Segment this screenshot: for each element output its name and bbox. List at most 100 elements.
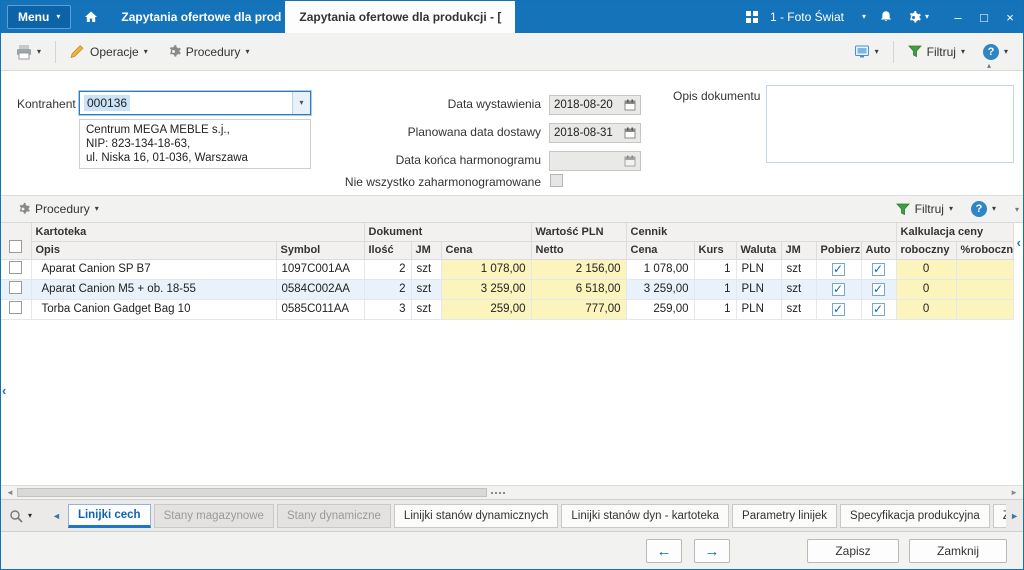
cell-symbol[interactable]: 0585C011AA — [276, 299, 364, 319]
cell-waluta[interactable]: PLN — [736, 259, 781, 279]
group-header-wartosc-pln[interactable]: Wartość PLN — [531, 223, 626, 241]
company-selector[interactable]: 1 - Foto Świat ▾ — [770, 10, 866, 24]
previous-record-button[interactable]: ← — [646, 539, 682, 563]
table-row[interactable]: Aparat Canion M5 + ob. 18-55 0584C002AA … — [1, 279, 1013, 299]
column-header-pobierz[interactable]: Pobierz — [816, 241, 861, 259]
row-checkbox[interactable] — [9, 261, 22, 274]
cell-pobierz[interactable] — [816, 299, 861, 319]
cell-cennik-cena[interactable]: 1 078,00 — [626, 259, 694, 279]
cell-kurs[interactable]: 1 — [694, 299, 736, 319]
cell-procroboczny[interactable] — [956, 279, 1013, 299]
cell-symbol[interactable]: 1097C001AA — [276, 259, 364, 279]
calendar-icon[interactable] — [624, 99, 636, 111]
cell-select[interactable] — [1, 259, 31, 279]
group-header-kalkulacja-ceny[interactable]: Kalkulacja ceny — [896, 223, 1013, 241]
view-settings-button[interactable]: ▾ — [847, 39, 886, 65]
scroll-grip[interactable] — [491, 492, 505, 494]
nie-wszystko-zaharmonogramowane-checkbox[interactable] — [550, 174, 563, 187]
column-header-netto[interactable]: Netto — [531, 241, 626, 259]
group-header-cennik[interactable]: Cennik — [626, 223, 896, 241]
cell-roboczny[interactable]: 0 — [896, 259, 956, 279]
select-all-checkbox[interactable] — [9, 240, 22, 253]
cell-cennik-cena[interactable]: 259,00 — [626, 299, 694, 319]
minimize-button[interactable]: – — [945, 1, 971, 33]
grid-procedury-button[interactable]: Procedury ▾ — [9, 197, 106, 221]
cell-jm2[interactable]: szt — [781, 299, 816, 319]
cell-kurs[interactable]: 1 — [694, 279, 736, 299]
cell-roboczny[interactable]: 0 — [896, 299, 956, 319]
column-header-ilosc[interactable]: Ilość — [364, 241, 411, 259]
cell-select[interactable] — [1, 279, 31, 299]
bottom-tab-parametry-linijek[interactable]: Parametry linijek — [732, 504, 837, 528]
auto-checkbox[interactable] — [872, 303, 885, 316]
table-row[interactable]: Aparat Canion SP B7 1097C001AA 2 szt 1 0… — [1, 259, 1013, 279]
auto-checkbox[interactable] — [872, 283, 885, 296]
column-header-opis[interactable]: Opis — [31, 241, 276, 259]
tab-document-active[interactable]: Zapytania ofertowe dla produkcji - [ — [285, 1, 515, 33]
select-all-header[interactable] — [1, 223, 31, 259]
scrollbar-thumb[interactable] — [17, 488, 487, 497]
apps-grid-icon[interactable] — [746, 11, 758, 23]
column-header-symbol[interactable]: Symbol — [276, 241, 364, 259]
home-icon[interactable] — [83, 9, 99, 25]
cell-auto[interactable] — [861, 259, 896, 279]
zamknij-button[interactable]: Zamknij — [909, 539, 1007, 563]
cell-netto[interactable]: 2 156,00 — [531, 259, 626, 279]
bottom-tab-specyfikacja-produkcyjna[interactable]: Specyfikacja produkcyjna — [840, 504, 990, 528]
maximize-button[interactable]: □ — [971, 1, 997, 33]
cell-pobierz[interactable] — [816, 279, 861, 299]
cell-opis[interactable]: Aparat Canion M5 + ob. 18-55 — [31, 279, 276, 299]
menu-button[interactable]: Menu ▾ — [7, 5, 71, 29]
column-header-cennik-cena[interactable]: Cena — [626, 241, 694, 259]
column-header-jm2[interactable]: JM — [781, 241, 816, 259]
grid-help-button[interactable]: ? ▾ — [964, 196, 1003, 222]
auto-checkbox[interactable] — [872, 263, 885, 276]
collapse-grid-toolbar-chevron-down-icon[interactable]: ▾ — [1015, 205, 1019, 214]
column-header-procroboczny[interactable]: %roboczny — [956, 241, 1013, 259]
cell-waluta[interactable]: PLN — [736, 279, 781, 299]
cell-auto[interactable] — [861, 279, 896, 299]
cell-procroboczny[interactable] — [956, 299, 1013, 319]
cell-procroboczny[interactable] — [956, 259, 1013, 279]
group-header-dokument[interactable]: Dokument — [364, 223, 531, 241]
column-header-auto[interactable]: Auto — [861, 241, 896, 259]
next-record-button[interactable]: → — [694, 539, 730, 563]
column-header-kurs[interactable]: Kurs — [694, 241, 736, 259]
column-header-jm[interactable]: JM — [411, 241, 441, 259]
bell-icon[interactable] — [878, 9, 894, 25]
pobierz-checkbox[interactable] — [832, 283, 845, 296]
collapse-left-pane-chevron-icon[interactable]: ‹ — [2, 383, 6, 398]
cell-opis[interactable]: Aparat Canion SP B7 — [31, 259, 276, 279]
cell-ilosc[interactable]: 2 — [364, 259, 411, 279]
bottom-tab-linijki-stanow-dynamicznych[interactable]: Linijki stanów dynamicznych — [394, 504, 558, 528]
calendar-icon[interactable] — [624, 127, 636, 139]
column-header-roboczny[interactable]: roboczny — [896, 241, 956, 259]
cell-cena[interactable]: 259,00 — [441, 299, 531, 319]
scroll-right-icon[interactable]: ► — [1007, 488, 1021, 497]
print-button[interactable]: ▾ — [9, 39, 48, 65]
opis-dokumentu-textarea[interactable] — [766, 85, 1014, 163]
horizontal-scrollbar[interactable]: ◄ ► — [1, 485, 1023, 499]
collapse-toolbar-chevron-up-icon[interactable]: ▴ — [987, 61, 991, 70]
pobierz-checkbox[interactable] — [832, 263, 845, 276]
cell-pobierz[interactable] — [816, 259, 861, 279]
bottom-tab-linijki-cech[interactable]: Linijki cech — [68, 504, 151, 528]
tab-document-background[interactable]: Zapytania ofertowe dla prod — [107, 1, 285, 33]
procedury-button[interactable]: Procedury ▾ — [159, 39, 257, 64]
search-tool-button[interactable]: ▾ — [5, 506, 36, 526]
cell-cena[interactable]: 1 078,00 — [441, 259, 531, 279]
cell-roboczny[interactable]: 0 — [896, 279, 956, 299]
table-row[interactable]: Torba Canion Gadget Bag 10 0585C011AA 3 … — [1, 299, 1013, 319]
cell-jm[interactable]: szt — [411, 259, 441, 279]
tab-prev-icon[interactable]: ◄ — [48, 511, 65, 521]
column-header-cena[interactable]: Cena — [441, 241, 531, 259]
cell-opis[interactable]: Torba Canion Gadget Bag 10 — [31, 299, 276, 319]
bottom-tab-stany-dynamiczne[interactable]: Stany dynamiczne — [277, 504, 391, 528]
column-header-waluta[interactable]: Waluta — [736, 241, 781, 259]
tab-next-icon[interactable]: ► — [1006, 500, 1023, 531]
cell-jm[interactable]: szt — [411, 279, 441, 299]
row-checkbox[interactable] — [9, 301, 22, 314]
zapisz-button[interactable]: Zapisz — [807, 539, 899, 563]
cell-symbol[interactable]: 0584C002AA — [276, 279, 364, 299]
cell-select[interactable] — [1, 299, 31, 319]
